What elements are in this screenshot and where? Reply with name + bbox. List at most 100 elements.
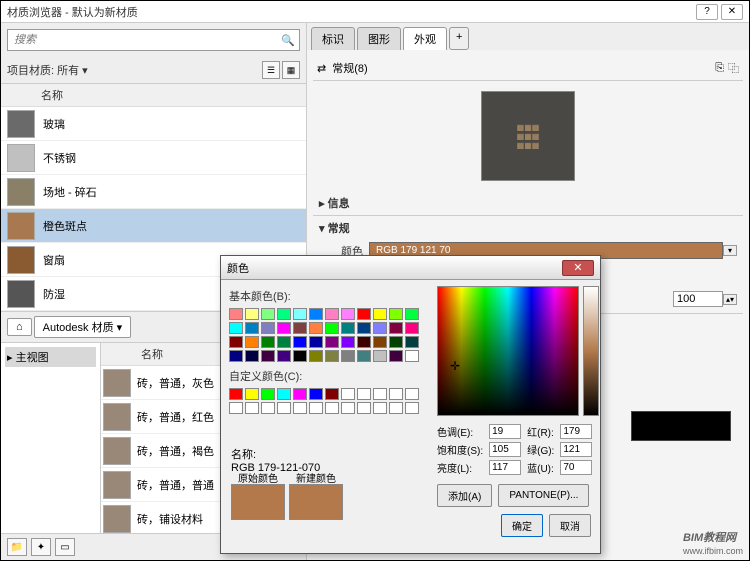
copy-icon[interactable]: ⿻: [728, 60, 739, 76]
basic-color-cell[interactable]: [293, 350, 307, 362]
color-gradient[interactable]: ✛: [437, 286, 579, 416]
value-slider[interactable]: [583, 286, 599, 416]
basic-color-cell[interactable]: [229, 336, 243, 348]
open-button[interactable]: 📁: [7, 538, 27, 556]
custom-color-cell[interactable]: [341, 402, 355, 414]
basic-color-cell[interactable]: [245, 336, 259, 348]
spinner[interactable]: ▴▾: [723, 294, 737, 305]
value-input-100[interactable]: [673, 291, 723, 307]
tab-identity[interactable]: 标识: [311, 27, 355, 50]
custom-color-cell[interactable]: [325, 388, 339, 400]
basic-color-cell[interactable]: [229, 322, 243, 334]
basic-color-cell[interactable]: [373, 350, 387, 362]
basic-color-cell[interactable]: [357, 322, 371, 334]
basic-color-cell[interactable]: [245, 308, 259, 320]
custom-color-cell[interactable]: [229, 388, 243, 400]
basic-color-cell[interactable]: [357, 336, 371, 348]
basic-color-cell[interactable]: [389, 322, 403, 334]
basic-color-cell[interactable]: [405, 350, 419, 362]
basic-color-cell[interactable]: [277, 336, 291, 348]
view-grid-button[interactable]: ▦: [282, 61, 300, 79]
custom-color-cell[interactable]: [325, 402, 339, 414]
custom-color-cell[interactable]: [261, 402, 275, 414]
basic-color-cell[interactable]: [405, 322, 419, 334]
basic-color-cell[interactable]: [261, 308, 275, 320]
search-icon[interactable]: 🔍: [277, 30, 299, 50]
hue-input[interactable]: [489, 424, 521, 439]
custom-color-cell[interactable]: [277, 402, 291, 414]
material-item[interactable]: 橙色斑点: [1, 209, 306, 243]
custom-color-cell[interactable]: [245, 402, 259, 414]
custom-color-cell[interactable]: [245, 388, 259, 400]
basic-color-cell[interactable]: [293, 322, 307, 334]
search-input[interactable]: [8, 30, 277, 50]
list-button[interactable]: ▭: [55, 538, 75, 556]
red-input[interactable]: [560, 424, 592, 439]
basic-color-cell[interactable]: [277, 350, 291, 362]
ok-button[interactable]: 确定: [501, 514, 543, 537]
basic-color-cell[interactable]: [389, 336, 403, 348]
swap-icon[interactable]: ⇄: [317, 62, 326, 75]
basic-color-cell[interactable]: [373, 336, 387, 348]
basic-color-cell[interactable]: [245, 350, 259, 362]
section-info[interactable]: ▸ 信息: [319, 195, 737, 211]
custom-color-cell[interactable]: [229, 402, 243, 414]
custom-color-cell[interactable]: [405, 388, 419, 400]
material-item[interactable]: 不锈钢: [1, 141, 306, 175]
add-color-button[interactable]: 添加(A): [437, 484, 492, 507]
basic-color-cell[interactable]: [309, 350, 323, 362]
tab-appearance[interactable]: 外观: [403, 27, 447, 50]
basic-color-cell[interactable]: [357, 308, 371, 320]
basic-color-cell[interactable]: [229, 308, 243, 320]
custom-color-cell[interactable]: [389, 388, 403, 400]
custom-color-cell[interactable]: [373, 402, 387, 414]
lum-input[interactable]: [489, 460, 521, 475]
custom-color-cell[interactable]: [373, 388, 387, 400]
custom-color-cell[interactable]: [309, 402, 323, 414]
section-normal[interactable]: ▾ 常规: [319, 220, 737, 236]
sat-input[interactable]: [489, 442, 521, 457]
basic-color-cell[interactable]: [389, 350, 403, 362]
basic-color-cell[interactable]: [293, 308, 307, 320]
basic-color-cell[interactable]: [277, 308, 291, 320]
basic-color-cell[interactable]: [325, 336, 339, 348]
custom-color-cell[interactable]: [309, 388, 323, 400]
project-filter[interactable]: 项目材质: 所有 ▾: [7, 62, 260, 78]
basic-color-cell[interactable]: [389, 308, 403, 320]
custom-color-cell[interactable]: [357, 402, 371, 414]
basic-color-cell[interactable]: [357, 350, 371, 362]
basic-color-cell[interactable]: [405, 336, 419, 348]
basic-color-cell[interactable]: [341, 308, 355, 320]
custom-color-cell[interactable]: [293, 388, 307, 400]
tree-node-main[interactable]: ▸ 主视图: [5, 347, 96, 367]
pantone-button[interactable]: PANTONE(P)...: [498, 484, 589, 507]
green-input[interactable]: [560, 442, 592, 457]
custom-color-cell[interactable]: [277, 388, 291, 400]
material-item[interactable]: 玻璃: [1, 107, 306, 141]
basic-color-cell[interactable]: [341, 336, 355, 348]
help-button[interactable]: ?: [696, 4, 718, 20]
custom-color-cell[interactable]: [389, 402, 403, 414]
custom-color-cell[interactable]: [261, 388, 275, 400]
custom-color-cell[interactable]: [405, 402, 419, 414]
material-item[interactable]: 场地 - 碎石: [1, 175, 306, 209]
basic-color-cell[interactable]: [325, 322, 339, 334]
basic-color-cell[interactable]: [261, 336, 275, 348]
basic-color-cell[interactable]: [373, 322, 387, 334]
basic-color-cell[interactable]: [309, 336, 323, 348]
basic-color-cell[interactable]: [309, 322, 323, 334]
custom-color-cell[interactable]: [341, 388, 355, 400]
duplicate-icon[interactable]: ⎘: [715, 62, 724, 75]
basic-color-cell[interactable]: [261, 350, 275, 362]
blue-input[interactable]: [560, 460, 592, 475]
cancel-button[interactable]: 取消: [549, 514, 591, 537]
basic-color-cell[interactable]: [277, 322, 291, 334]
view-list-button[interactable]: ☰: [262, 61, 280, 79]
basic-color-cell[interactable]: [261, 322, 275, 334]
basic-color-cell[interactable]: [373, 308, 387, 320]
custom-color-cell[interactable]: [293, 402, 307, 414]
basic-color-cell[interactable]: [341, 322, 355, 334]
basic-color-cell[interactable]: [405, 308, 419, 320]
tab-graphics[interactable]: 图形: [357, 27, 401, 50]
basic-color-cell[interactable]: [245, 322, 259, 334]
